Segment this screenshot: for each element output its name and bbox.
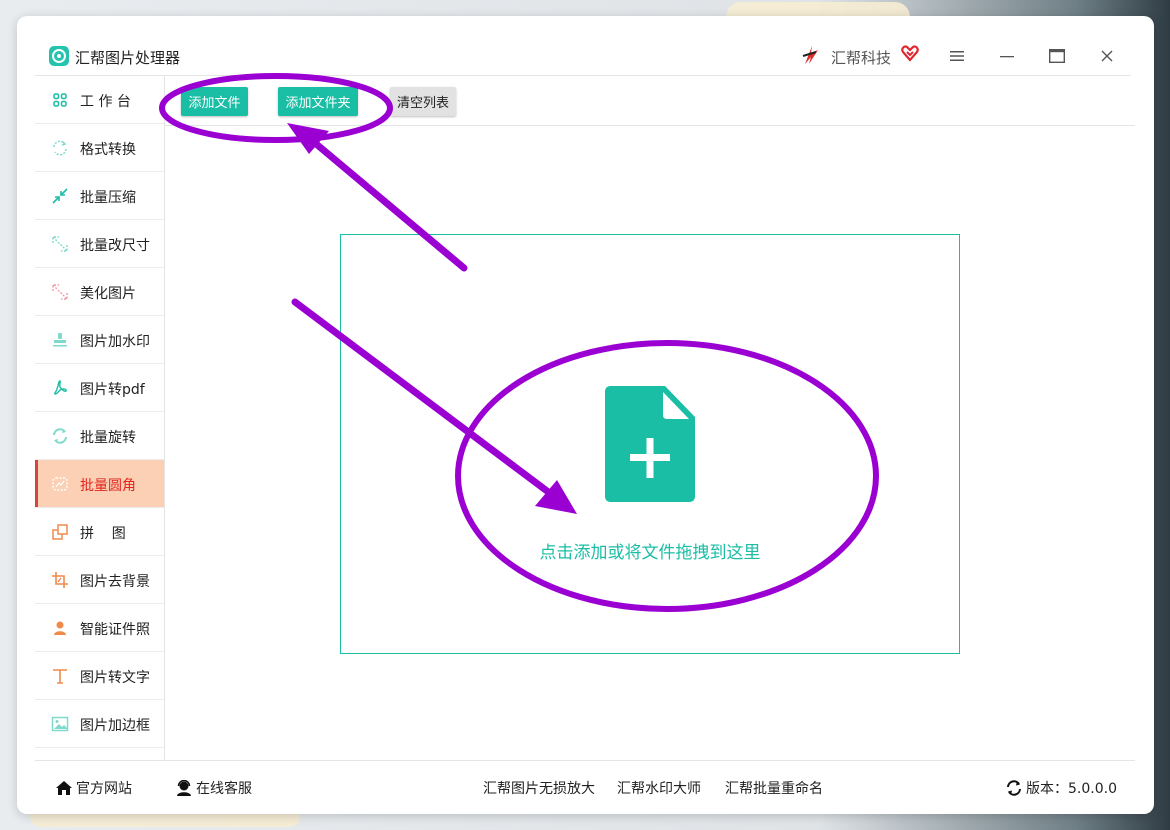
sidebar-item-label: 拼 图: [80, 526, 126, 542]
sidebar-item-to-pdf[interactable]: 图片转pdf: [35, 364, 165, 412]
close-button[interactable]: [1095, 44, 1119, 68]
pdf-icon: [54, 380, 67, 395]
sidebar-item-label: 工 作 台: [80, 94, 131, 110]
minimize-icon: [1000, 56, 1014, 58]
sidebar-item-label: 批量旋转: [80, 430, 136, 446]
sidebar-item-batch-round-corner[interactable]: 批量圆角: [35, 460, 165, 508]
convert-icon: [53, 140, 67, 156]
sidebar-item-format-convert[interactable]: 格式转换: [35, 124, 165, 172]
official-website-link[interactable]: 官方网站: [55, 778, 132, 798]
sidebar-item-label: 图片转pdf: [80, 382, 145, 398]
minimize-button[interactable]: [995, 44, 1019, 68]
stamp-icon: [53, 333, 67, 347]
sidebar-item-batch-resize[interactable]: 批量改尺寸: [35, 220, 165, 268]
compress-icon: [52, 188, 68, 204]
sidebar-item-label: 格式转换: [80, 142, 136, 158]
collage-icon: [52, 524, 68, 540]
beautify-icon: [52, 284, 68, 300]
clear-list-button[interactable]: 清空列表: [390, 87, 456, 116]
home-icon: [56, 781, 72, 795]
rounded-corner-icon: [52, 477, 68, 491]
footer-link-lossless-upscale[interactable]: 汇帮图片无损放大: [483, 778, 595, 798]
rotate-icon: [53, 428, 67, 444]
official-website-label: 官方网站: [76, 781, 132, 797]
sidebar-item-image-to-text[interactable]: 图片转文字: [35, 652, 165, 700]
drop-hint-text: 点击添加或将文件拖拽到这里: [539, 543, 761, 563]
sidebar-item-label: 批量压缩: [80, 190, 136, 206]
grid-icon: [53, 93, 67, 107]
sidebar-item-label: 图片转文字: [80, 670, 150, 686]
frame-icon: [51, 716, 69, 732]
sidebar-item-remove-background[interactable]: 图片去背景: [35, 556, 165, 604]
annotation-arrowhead-up: [287, 123, 329, 154]
sidebar-item-label: 图片加水印: [80, 334, 150, 350]
app-window: 汇帮图片处理器 汇帮科技 工 作 台 格式转换 批量压缩 批量改尺寸 美化图片 …: [17, 16, 1154, 814]
sidebar-item-label: 美化图片: [80, 286, 136, 302]
resize-icon: [52, 236, 68, 252]
online-support-label: 在线客服: [196, 781, 252, 797]
text-icon: [53, 669, 67, 684]
file-drop-zone[interactable]: 点击添加或将文件拖拽到这里: [340, 234, 960, 654]
maximize-icon: [1049, 49, 1065, 63]
titlebar-divider: [35, 75, 1131, 76]
footer-link-watermark-master[interactable]: 汇帮水印大师: [617, 778, 701, 798]
close-icon: [1101, 50, 1113, 62]
brand-name[interactable]: 汇帮科技: [831, 47, 891, 68]
app-logo-icon: [49, 46, 69, 66]
footer-link-batch-rename[interactable]: 汇帮批量重命名: [725, 778, 823, 798]
support-agent-icon: [177, 780, 191, 796]
sidebar-item-label: 智能证件照: [80, 622, 150, 638]
toolbar-divider: [165, 125, 1135, 126]
title-bar: 汇帮图片处理器 汇帮科技: [17, 16, 1154, 76]
person-icon: [54, 621, 66, 635]
sidebar-item-beautify[interactable]: 美化图片: [35, 268, 165, 316]
heart-icon[interactable]: [901, 44, 919, 62]
add-file-button[interactable]: 添加文件: [181, 87, 248, 116]
sidebar-item-collage[interactable]: 拼 图: [35, 508, 165, 556]
sidebar-item-watermark[interactable]: 图片加水印: [35, 316, 165, 364]
sidebar-item-label: 图片去背景: [80, 574, 150, 590]
add-folder-button[interactable]: 添加文件夹: [278, 87, 358, 116]
sidebar-item-batch-compress[interactable]: 批量压缩: [35, 172, 165, 220]
online-support-link[interactable]: 在线客服: [175, 778, 252, 798]
sidebar-item-add-frame[interactable]: 图片加边框: [35, 700, 165, 748]
app-title: 汇帮图片处理器: [75, 49, 181, 67]
sidebar-item-label: 批量改尺寸: [80, 238, 150, 254]
version-info[interactable]: 版本：5.0.0.0: [1005, 778, 1117, 798]
add-file-icon: [605, 386, 695, 502]
refresh-icon: [1007, 780, 1021, 796]
sidebar-item-label: 批量圆角: [80, 478, 136, 494]
sidebar-divider: [164, 76, 165, 761]
sidebar-item-id-photo[interactable]: 智能证件照: [35, 604, 165, 652]
brand-logo-icon: [800, 44, 822, 66]
menu-button[interactable]: [945, 44, 969, 68]
crop-icon: [52, 572, 68, 588]
version-label: 版本：5.0.0.0: [1026, 781, 1117, 797]
sidebar-item-batch-rotate[interactable]: 批量旋转: [35, 412, 165, 460]
maximize-button[interactable]: [1045, 44, 1069, 68]
sidebar: 工 作 台 格式转换 批量压缩 批量改尺寸 美化图片 图片加水印 图片转pdf: [35, 76, 165, 760]
sidebar-item-workbench[interactable]: 工 作 台: [35, 76, 165, 124]
menu-icon: [950, 51, 964, 61]
sidebar-item-label: 图片加边框: [80, 718, 150, 734]
footer-bar: 官方网站 在线客服 汇帮图片无损放大 汇帮水印大师 汇帮批量重命名 版本：5.0…: [17, 761, 1154, 814]
